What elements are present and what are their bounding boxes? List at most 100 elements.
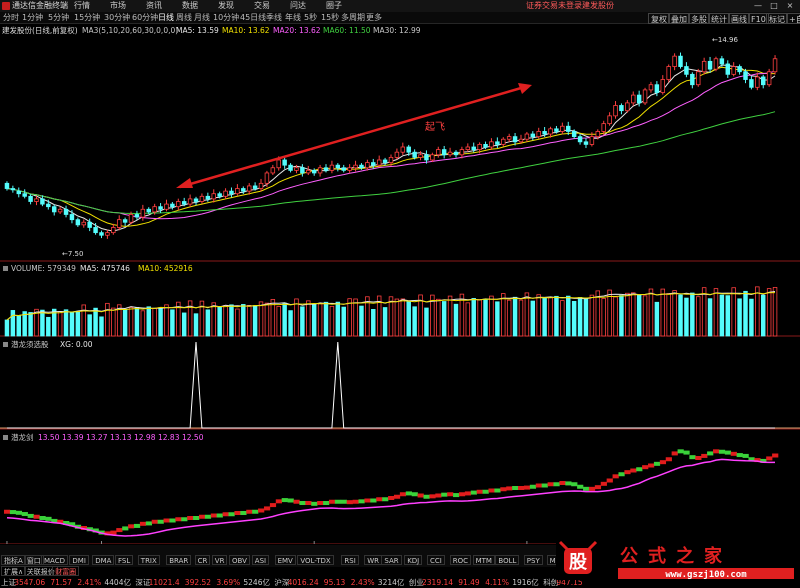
chart-area[interactable]: 起飞 ←7.50 ←14.96 2021年1112123	[0, 24, 800, 544]
indicator-tab[interactable]: VOL-TDX	[297, 555, 334, 565]
tab-15min[interactable]: 15分钟	[74, 12, 100, 24]
volume-bar	[111, 307, 116, 337]
indicator-tab[interactable]: SAR	[381, 555, 402, 565]
indicator-tab[interactable]: WR	[364, 555, 382, 565]
app-title: 通达信金融终端	[12, 1, 68, 10]
tab-daily[interactable]: 日线	[158, 12, 174, 24]
index-value: 3547.06	[14, 578, 46, 587]
qianlong-block	[222, 512, 229, 517]
candle-body	[542, 131, 547, 135]
indicator-tab[interactable]: EMV	[274, 555, 296, 565]
tab-monthly[interactable]: 月线	[194, 12, 210, 24]
tab-10min[interactable]: 10分钟	[213, 12, 239, 24]
indicator-tab[interactable]: FSL	[115, 555, 134, 565]
candle-body	[81, 221, 86, 226]
indicator-tab[interactable]: PSY	[523, 555, 543, 565]
indicator-tab[interactable]: ROC	[449, 555, 472, 565]
index-percent: 2.43%	[350, 578, 375, 587]
qianlong-value: 13.13	[110, 433, 132, 442]
indicator-tab[interactable]: ASI	[251, 555, 270, 565]
tab-15sec[interactable]: 15秒	[321, 12, 339, 24]
qianlong-block	[15, 510, 23, 515]
mark-button[interactable]: 标记	[766, 13, 788, 24]
qianlong-block	[163, 518, 170, 523]
tab-multi-period[interactable]: 多周期	[341, 12, 365, 24]
fuquan-button[interactable]: 复权	[648, 13, 670, 24]
overlay-button[interactable]: 叠加	[668, 13, 690, 24]
tab-5min[interactable]: 5分钟	[48, 12, 69, 24]
qianlong-block	[33, 514, 40, 519]
tab-quarterly[interactable]: 季线	[266, 12, 282, 24]
menu-shuju[interactable]: 数据	[182, 0, 198, 12]
menu-quanzi[interactable]: 圈子	[326, 0, 342, 12]
menu-hangqing[interactable]: 行情	[74, 0, 90, 12]
candle-body	[642, 89, 648, 104]
indicator-tab[interactable]: CR	[194, 555, 211, 565]
indicator-tab[interactable]: MTM	[472, 555, 495, 565]
menu-faxian[interactable]: 发现	[218, 0, 234, 12]
indicator-tab[interactable]: VR	[211, 555, 228, 565]
tab-30min[interactable]: 30分钟	[104, 12, 130, 24]
volume-bar	[619, 295, 624, 337]
tab-5sec[interactable]: 5秒	[304, 12, 317, 24]
indicator-tab[interactable]: CCI	[427, 555, 445, 565]
tab-1min[interactable]: 1分钟	[22, 12, 43, 24]
menu-shichang[interactable]: 市场	[110, 0, 126, 12]
indicator-tab-ext[interactable]: 财富圈	[52, 566, 80, 576]
tab-60min[interactable]: 60分钟	[132, 12, 158, 24]
indicator-tab[interactable]: TRIX	[137, 555, 160, 565]
menu-zixun[interactable]: 资讯	[146, 0, 162, 12]
qianlong-block	[766, 456, 773, 461]
menu-jiaoyi[interactable]: 交易	[254, 0, 270, 12]
indicator-tab[interactable]: RSI	[341, 555, 359, 565]
add-watchlist-button[interactable]: +自选	[786, 13, 800, 24]
indicator-tab[interactable]: 指标A	[1, 555, 26, 565]
stats-button[interactable]: 统计	[708, 13, 730, 24]
close-icon[interactable]: ×	[784, 1, 796, 11]
index-amount: 1916亿	[512, 578, 539, 587]
qianlong-block	[193, 516, 200, 520]
candle-body	[713, 58, 719, 70]
minimize-icon[interactable]: —	[752, 1, 764, 11]
stock-name-link[interactable]: 建发股份	[582, 0, 614, 12]
tab-weekly[interactable]: 周线	[176, 12, 192, 24]
indicator-tab[interactable]: KDJ	[404, 555, 423, 565]
indicator-tab[interactable]: OBV	[229, 555, 250, 565]
volume-bar	[128, 307, 134, 337]
tab-45day[interactable]: 45日线	[240, 12, 266, 24]
panel-menu-icon[interactable]	[3, 342, 8, 347]
maximize-icon[interactable]: □	[768, 1, 780, 11]
volume-bar	[329, 305, 335, 337]
qianlong-block	[559, 481, 566, 485]
qianlong-block	[642, 465, 649, 470]
candlestick-series	[4, 52, 778, 239]
qianlong-block	[730, 451, 737, 456]
menu-wenda[interactable]: 问达	[290, 0, 306, 12]
candle-body	[672, 55, 677, 67]
indicator-tab[interactable]: DMA	[92, 555, 115, 565]
multi-stock-button[interactable]: 多股	[688, 13, 710, 24]
qianlong-block	[577, 484, 584, 489]
candle-body	[760, 76, 766, 86]
candle-body	[554, 128, 559, 132]
trade-login-link[interactable]: 证券交易未登录	[526, 0, 582, 12]
indicator-tab[interactable]: BOLL	[495, 555, 520, 565]
draw-line-button[interactable]: 画线	[728, 13, 750, 24]
signal-line	[7, 341, 775, 429]
indicator-tab[interactable]: DMI	[69, 555, 89, 565]
indicator-tab-row: 指标A 窗口 MACD DMI DMA FSL TRIX BRAR CR VR OBV ASI EMV V…	[0, 555, 691, 566]
tab-yearly[interactable]: 年线	[285, 12, 301, 24]
panel-menu-icon[interactable]	[3, 266, 8, 271]
qianlong-block	[600, 481, 607, 486]
tab-more[interactable]: 更多	[366, 12, 382, 24]
qianlong-block	[187, 516, 194, 520]
tab-fenshi[interactable]: 分时	[3, 12, 19, 24]
indicator-tab[interactable]: BRAR	[166, 555, 192, 565]
qianlong-block	[281, 498, 288, 503]
indicator-tab-ext[interactable]: 扩展∧	[1, 566, 27, 576]
qianlong-block	[512, 486, 519, 490]
panel-menu-icon[interactable]	[3, 435, 8, 440]
candle-body	[725, 63, 731, 75]
indicator-tab[interactable]: MACD	[41, 555, 68, 565]
index-change: 95.13	[323, 578, 346, 587]
